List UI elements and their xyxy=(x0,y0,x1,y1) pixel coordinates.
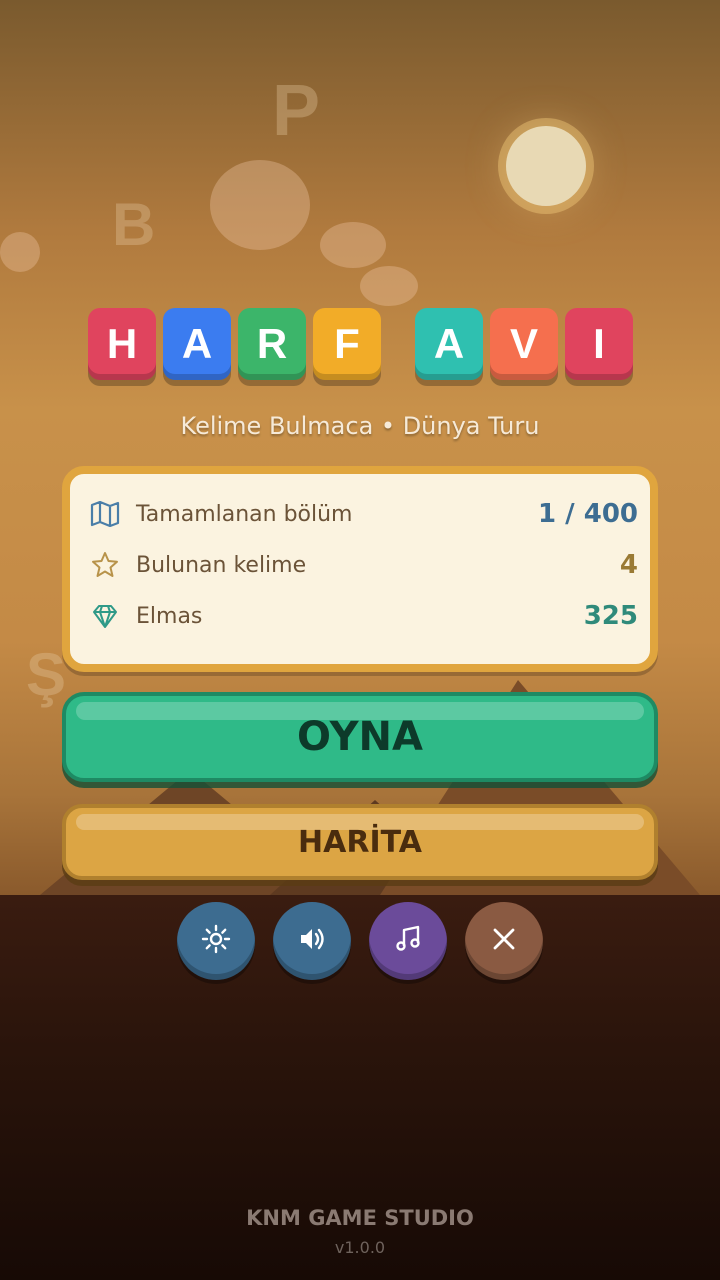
game-title: H A R F A V I xyxy=(0,308,720,388)
sun-decoration xyxy=(506,126,586,206)
exit-button[interactable] xyxy=(465,902,543,980)
play-button[interactable]: OYNA xyxy=(62,692,658,782)
title-tile: F xyxy=(313,308,381,380)
map-button-label: HARİTA xyxy=(298,824,422,860)
title-tile: A xyxy=(163,308,231,380)
play-button-label: OYNA xyxy=(297,714,423,760)
sound-button[interactable] xyxy=(273,902,351,980)
title-tile: H xyxy=(88,308,156,380)
bg-letter-decoration: B xyxy=(112,191,156,258)
stat-label: Tamamlanan bölüm xyxy=(136,501,353,527)
stat-value: 325 xyxy=(583,601,638,631)
settings-button[interactable] xyxy=(177,902,255,980)
title-tile: A xyxy=(415,308,483,380)
stat-diamonds: Elmas 325 xyxy=(90,596,638,636)
stat-completed-levels: Tamamlanan bölüm 1 / 400 xyxy=(90,494,638,534)
cloud-decoration xyxy=(360,266,418,306)
map-icon xyxy=(90,499,120,529)
music-button[interactable] xyxy=(369,902,447,980)
version-label: v1.0.0 xyxy=(334,1238,386,1257)
map-button[interactable]: HARİTA xyxy=(62,804,658,880)
close-icon xyxy=(491,926,517,956)
stat-value: 4 xyxy=(619,550,638,580)
stat-label: Bulunan kelime xyxy=(136,552,307,578)
cloud-decoration xyxy=(210,160,310,250)
diamond-icon xyxy=(90,601,120,631)
star-icon xyxy=(90,550,120,580)
volume-icon xyxy=(297,924,327,958)
settings-icon xyxy=(201,924,231,958)
stat-found-words: Bulunan kelime 4 xyxy=(90,545,638,585)
stats-panel: Tamamlanan bölüm 1 / 400 Bulunan kelime … xyxy=(62,466,658,672)
cloud-decoration xyxy=(320,222,386,268)
bg-letter-decoration: P xyxy=(272,71,321,151)
main-menu-screen: P B Ş H A R F A V I Kelime Bulmaca • Dün… xyxy=(0,0,720,1280)
music-icon xyxy=(393,924,423,958)
title-tile: R xyxy=(238,308,306,380)
studio-name: KNM GAME STUDIO xyxy=(246,1206,474,1230)
stat-value: 1 / 400 xyxy=(538,499,638,529)
cloud-decoration xyxy=(0,232,40,272)
game-subtitle: Kelime Bulmaca • Dünya Turu xyxy=(180,412,540,440)
title-tile: I xyxy=(565,308,633,380)
title-tile: V xyxy=(490,308,558,380)
stat-label: Elmas xyxy=(136,603,203,629)
